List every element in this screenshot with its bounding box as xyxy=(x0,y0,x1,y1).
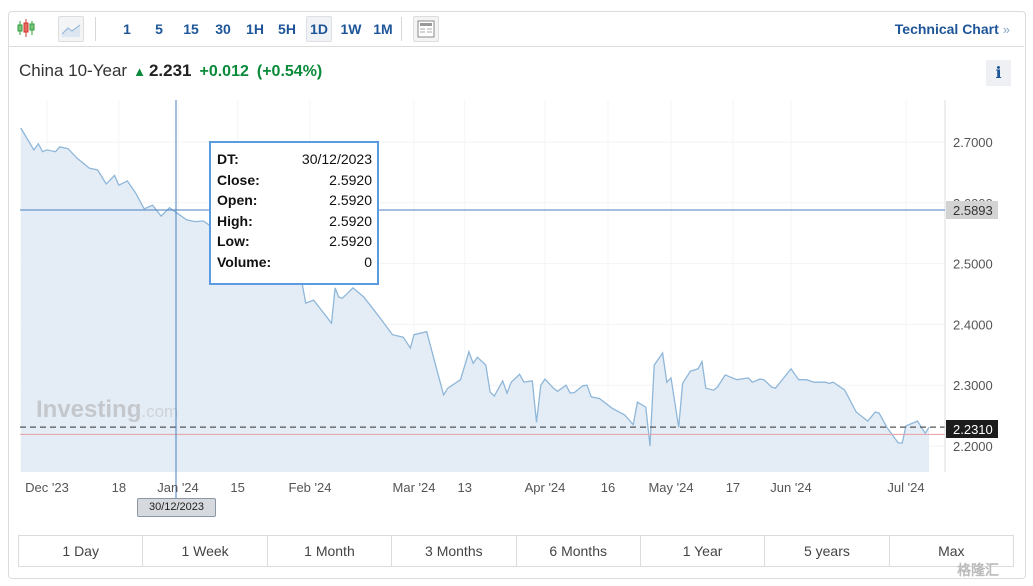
x-tick-label: Jan '24 xyxy=(157,480,199,495)
investing-watermark-suffix: .com xyxy=(141,402,178,421)
tooltip-key: Volume: xyxy=(217,253,272,270)
x-tick-label: May '24 xyxy=(648,480,694,495)
tooltip-value: 0 xyxy=(364,253,372,270)
tooltip-row: DT: 30/12/2023 xyxy=(211,149,377,170)
range-3-months[interactable]: 3 Months xyxy=(392,536,517,566)
x-tick-label: Jul '24 xyxy=(887,480,925,495)
tooltip-key: DT: xyxy=(217,151,239,167)
tooltip-value: 2.5920 xyxy=(329,192,372,209)
tooltip-key: Close: xyxy=(217,171,260,188)
range-1-year[interactable]: 1 Year xyxy=(641,536,766,566)
tooltip-row: Volume: 0 xyxy=(211,252,377,273)
tooltip-value: 2.5920 xyxy=(329,212,372,229)
crosshair-tooltip: DT: 30/12/2023 Close: 2.5920 Open: 2.5920 High… xyxy=(209,141,379,285)
tooltip-value: 2.5920 xyxy=(329,171,372,188)
last-price-label: 2.2310 xyxy=(953,422,993,437)
x-tick-label: Mar '24 xyxy=(392,480,436,495)
tooltip-row: Close: 2.5920 xyxy=(211,170,377,191)
range-selector: 1 Day 1 Week 1 Month 3 Months 6 Months 1 Year… xyxy=(18,535,1014,567)
range-1-month[interactable]: 1 Month xyxy=(268,536,393,566)
tooltip-key: High: xyxy=(217,212,253,229)
x-tick-label: 13 xyxy=(457,480,472,495)
x-tick-label: 18 xyxy=(111,480,127,495)
tooltip-row: Open: 2.5920 xyxy=(211,190,377,211)
tooltip-value: 2.5920 xyxy=(329,233,372,250)
y-tick-label: 2.4000 xyxy=(953,317,993,332)
x-tick-label: 16 xyxy=(600,480,616,495)
x-tick-label: Apr '24 xyxy=(524,480,566,495)
tooltip-value: 30/12/2023 xyxy=(301,151,372,167)
tooltip-key: Open: xyxy=(217,192,258,209)
tooltip-row: High: 2.5920 xyxy=(211,211,377,232)
x-tick-label: Dec '23 xyxy=(25,480,69,495)
y-tick-label: 2.7000 xyxy=(953,135,993,150)
y-tick-label: 2.5000 xyxy=(953,257,993,272)
range-1-week[interactable]: 1 Week xyxy=(143,536,268,566)
crosshair-value-label: 2.5893 xyxy=(953,203,993,218)
corner-watermark: 格隆汇 xyxy=(957,562,999,578)
x-tick-label: Jun '24 xyxy=(770,480,812,495)
x-tick-label: 15 xyxy=(230,480,245,495)
range-1-day[interactable]: 1 Day xyxy=(19,536,144,566)
range-5-years[interactable]: 5 years xyxy=(765,536,890,566)
crosshair-date-label: 30/12/2023 xyxy=(137,498,216,517)
x-tick-label: Feb '24 xyxy=(288,480,332,495)
y-tick-label: 2.2000 xyxy=(953,439,993,454)
tooltip-row: Low: 2.5920 xyxy=(211,231,377,252)
tooltip-key: Low: xyxy=(217,233,250,250)
range-6-months[interactable]: 6 Months xyxy=(517,536,641,566)
y-tick-label: 2.3000 xyxy=(953,378,993,393)
x-tick-label: 17 xyxy=(725,480,741,495)
